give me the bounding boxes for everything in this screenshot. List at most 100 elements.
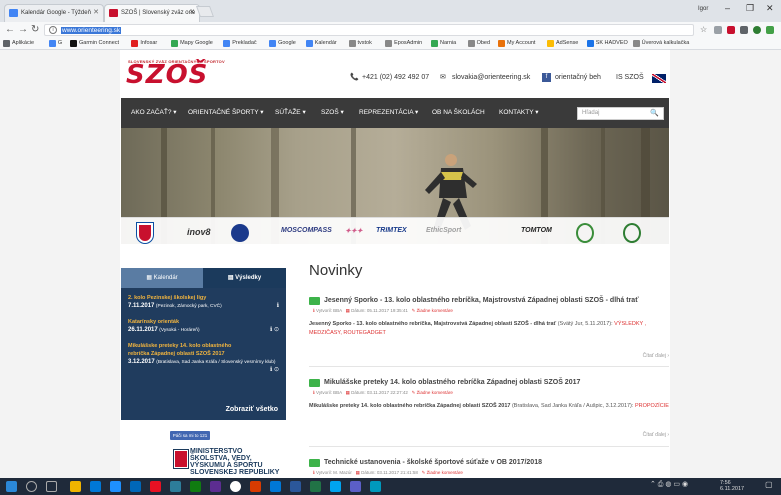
app-icon[interactable]	[150, 481, 161, 492]
event-info-icon[interactable]: ℹ ⊙	[270, 326, 279, 334]
bookmark-item[interactable]: Narnia	[431, 39, 456, 48]
article-links[interactable]: PROPOZÍCIE	[635, 403, 669, 409]
forward-icon[interactable]: →	[18, 24, 28, 36]
excel-icon[interactable]	[310, 481, 321, 492]
article-title[interactable]: Technické ustanovenia - školské športové…	[309, 458, 542, 468]
bookmark-item[interactable]: Aplikácie	[3, 39, 34, 48]
search-icon[interactable]: 🔍	[650, 108, 659, 119]
app-icon[interactable]	[190, 481, 201, 492]
extension-icon[interactable]	[766, 26, 774, 34]
start-icon[interactable]	[6, 481, 17, 492]
sponsor-moscompass[interactable]: MOSCOMPASS	[281, 227, 332, 234]
bookmark-item[interactable]: Úverová kalkulačka	[632, 39, 689, 48]
extension-icon[interactable]	[753, 26, 761, 34]
app-icon[interactable]	[330, 481, 341, 492]
bookmark-star-icon[interactable]: ☆	[700, 24, 707, 36]
chrome-icon[interactable]	[230, 481, 241, 492]
file-explorer-icon[interactable]	[70, 481, 81, 492]
tab-google-calendar[interactable]: Kalendár Google - Týždeň ✕	[4, 4, 104, 22]
extension-icon[interactable]	[714, 26, 722, 34]
back-icon[interactable]: ←	[5, 24, 15, 36]
bookmark-item[interactable]: tvstok	[348, 39, 372, 48]
sponsor-inov8[interactable]: inov8	[187, 227, 211, 237]
edge-icon[interactable]	[110, 481, 121, 492]
event-info-icon[interactable]: ℹ ⊙	[270, 366, 279, 374]
app-icon[interactable]	[170, 481, 181, 492]
maximize-icon[interactable]: ❐	[746, 3, 754, 14]
bookmark-item[interactable]: AdSense	[547, 39, 578, 48]
list-item[interactable]: Katarínsky orienták 26.11.2017 (Vysoká -…	[128, 318, 283, 335]
bookmark-item[interactable]: Google	[269, 39, 296, 48]
nav-ako-zacat[interactable]: AKO ZAČAŤ? ▾	[131, 98, 177, 128]
bookmark-item[interactable]: Garmin Connect	[70, 39, 119, 48]
facebook-like-button[interactable]: Páči sa mi to 121	[170, 431, 210, 440]
sponsor-tomtom[interactable]: TOMTOM	[521, 227, 552, 234]
close-tab-icon[interactable]: ✕	[189, 5, 195, 21]
profile-name[interactable]: Igor	[698, 6, 708, 12]
url-input[interactable]: i www.orienteering.sk	[44, 24, 694, 36]
event-title[interactable]: Katarínsky orienták	[128, 318, 283, 326]
minimize-icon[interactable]: –	[725, 3, 730, 13]
facebook-link[interactable]: orientačný beh	[555, 73, 601, 83]
read-more-link[interactable]: Čítať ďalej ›	[643, 432, 669, 438]
nav-orientacne-sporty[interactable]: ORIENTAČNÉ ŠPORTY ▾	[188, 98, 264, 128]
read-more-link[interactable]: Čítať ďalej ›	[643, 353, 669, 359]
close-tab-icon[interactable]: ✕	[93, 5, 99, 21]
bookmark-item[interactable]: Obed	[467, 39, 490, 48]
tab-results[interactable]: ▤ Výsledky	[203, 268, 286, 288]
app-icon[interactable]	[130, 481, 141, 492]
store-icon[interactable]	[90, 481, 101, 492]
app-icon[interactable]	[210, 481, 221, 492]
close-window-icon[interactable]: ✕	[766, 3, 774, 14]
bookmark-item[interactable]: Infosar	[131, 39, 157, 48]
nav-sutaze[interactable]: SÚŤAŽE ▾	[275, 98, 306, 128]
app-icon[interactable]	[350, 481, 361, 492]
tab-calendar[interactable]: ▦ Kalendár	[121, 268, 203, 288]
search-input[interactable]: Hľadaj 🔍	[577, 107, 664, 120]
site-info-icon[interactable]: i	[49, 26, 57, 34]
nav-szos[interactable]: SZOŠ ▾	[321, 98, 344, 128]
event-title[interactable]: Mikulášske preteky 14. kolo oblastného r…	[128, 342, 248, 358]
app-icon[interactable]	[250, 481, 261, 492]
tray-clock[interactable]: 7:56 6.11.2017	[720, 480, 744, 492]
bookmark-item[interactable]: Kalendár	[305, 39, 337, 48]
phone-number[interactable]: +421 (02) 492 492 07	[362, 73, 429, 83]
bookmark-item[interactable]: EposAdmin	[385, 39, 422, 48]
email-link[interactable]: slovakia@orienteering.sk	[452, 73, 530, 83]
article-comments[interactable]: Žiadne komentáre	[417, 390, 453, 395]
sponsor-trimtex[interactable]: TRIMTEX	[376, 227, 407, 234]
notifications-icon[interactable]: ▢	[765, 481, 773, 489]
event-title[interactable]: 2. kolo Pezinskej školskej ligy	[128, 294, 283, 302]
article-title[interactable]: Mikulášske preteky 14. kolo oblastného r…	[309, 378, 580, 388]
article-title[interactable]: Jesenný Sporko - 13. kolo oblastného reb…	[309, 296, 639, 306]
reload-icon[interactable]: ↻	[31, 24, 39, 36]
show-all-link[interactable]: Zobraziť všetko	[226, 406, 278, 413]
app-icon[interactable]	[370, 481, 381, 492]
bookmark-item[interactable]: Mapy Google	[171, 39, 213, 48]
extension-icon[interactable]	[740, 26, 748, 34]
extension-icon[interactable]	[727, 26, 735, 34]
tray-icons[interactable]: ⌃ ⎙ ◍ ▭ ◉	[650, 481, 688, 488]
bookmark-item[interactable]: Prekladač	[223, 39, 257, 48]
is-szos-link[interactable]: IS SZOŠ	[616, 73, 644, 83]
article-comments[interactable]: Žiadne komentáre	[417, 308, 453, 313]
task-view-icon[interactable]	[46, 481, 57, 492]
ministry-logo[interactable]: MINISTERSTVO ŠKOLSTVA, VEDY, VÝSKUMU A Š…	[190, 448, 279, 476]
list-item[interactable]: Mikulášske preteky 14. kolo oblastného r…	[128, 342, 283, 373]
bookmark-item[interactable]: SK HADVEO	[586, 39, 628, 48]
english-flag-icon[interactable]	[652, 74, 666, 83]
nav-reprezentacia[interactable]: REPREZENTÁCIA ▾	[359, 98, 418, 128]
tab-szos[interactable]: SZOŠ | Slovenský zväz orie ✕	[104, 4, 200, 22]
article-comments[interactable]: Žiadne komentáre	[427, 470, 463, 475]
szos-logo[interactable]: SZOŠ	[126, 60, 208, 90]
search-icon[interactable]	[26, 481, 37, 492]
sponsor-ethicsport[interactable]: EthicSport	[426, 227, 461, 234]
bookmark-item[interactable]: G	[48, 39, 62, 48]
bookmark-item[interactable]: My Account	[498, 39, 535, 48]
word-icon[interactable]	[290, 481, 301, 492]
nav-kontakty[interactable]: KONTAKTY ▾	[499, 98, 539, 128]
list-item[interactable]: 2. kolo Pezinskej školskej ligy 7.11.201…	[128, 294, 283, 311]
new-tab-button[interactable]	[195, 6, 215, 17]
event-info-icon[interactable]: ℹ	[277, 302, 279, 310]
nav-ob-na-skolach[interactable]: OB NA ŠKOLÁCH	[432, 98, 485, 128]
